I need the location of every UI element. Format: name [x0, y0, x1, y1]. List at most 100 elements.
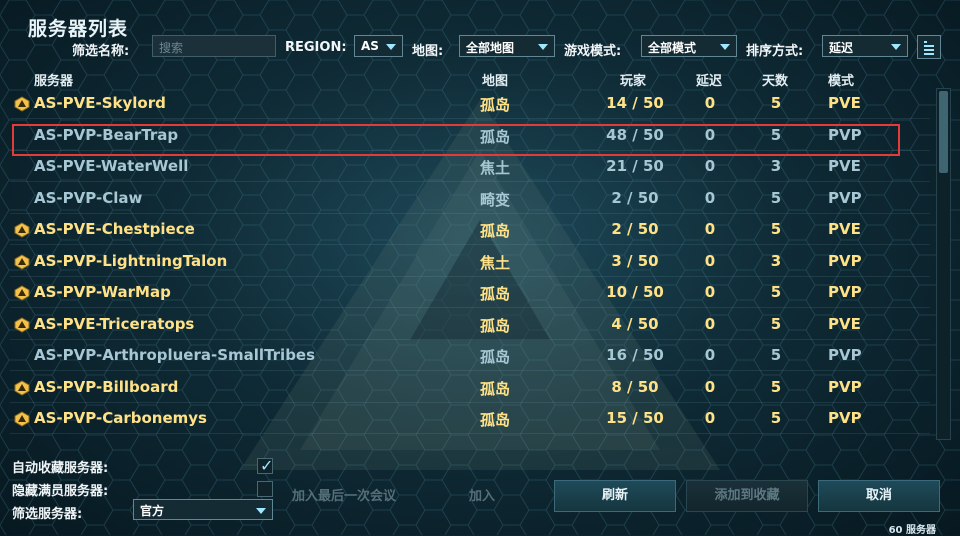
server-name: AS-PVP-Carbonemys — [34, 409, 207, 427]
server-name: AS-PVE-Triceratops — [34, 314, 195, 333]
server-mode: PVP — [828, 188, 862, 207]
list-view-button[interactable] — [917, 35, 941, 59]
official-server-icon — [14, 253, 30, 270]
server-row[interactable]: AS-PVP-LightningTalon 焦土 3 / 50 0 3 PVP — [10, 246, 930, 277]
server-mode: PVP — [828, 283, 862, 301]
server-row[interactable]: AS-PVE-Chestpiece 孤岛 2 / 50 0 5 PVE — [10, 214, 930, 245]
server-ping: 0 — [704, 314, 716, 333]
server-players: 10 / 50 — [606, 283, 664, 301]
selected-row-highlight — [12, 124, 900, 156]
unofficial-server-icon — [14, 191, 30, 207]
server-name: AS-PVP-Billboard — [34, 377, 179, 396]
window-title: 服务器列表 — [28, 18, 129, 40]
server-ping: 0 — [704, 251, 716, 270]
server-row[interactable]: AS-PVP-Arthropluera-SmallTribes 孤岛 16 / 50… — [10, 340, 930, 371]
map-label: 地图: — [412, 44, 444, 59]
server-ping: 0 — [704, 220, 716, 238]
official-server-icon — [14, 411, 30, 427]
server-filter-dropdown[interactable]: 官方 — [133, 499, 273, 520]
server-ping: 0 — [704, 377, 716, 396]
column-header-map[interactable]: 地图 — [482, 70, 508, 89]
official-server-icon — [14, 379, 30, 396]
list-view-icon-line — [924, 45, 934, 47]
server-days: 5 — [770, 346, 782, 364]
column-header-ping[interactable]: 延迟 — [696, 70, 722, 89]
game-mode-value: 全部模式 — [648, 41, 697, 55]
column-header-mode[interactable]: 模式 — [828, 70, 854, 89]
filter-name-label: 筛选名称: — [72, 44, 130, 59]
list-view-icon — [924, 41, 927, 43]
sort-value: 延迟 — [829, 41, 854, 55]
server-ping: 0 — [704, 409, 716, 427]
list-view-icon-line — [924, 49, 934, 51]
server-ping: 0 — [704, 283, 716, 301]
join-last-session-button[interactable]: 加入最后一次会议 — [292, 485, 396, 504]
region-value: AS — [361, 39, 379, 53]
server-mode: PVP — [828, 251, 862, 270]
auto-favorite-checkbox[interactable]: ✓ — [257, 456, 274, 475]
server-days: 5 — [770, 94, 782, 112]
server-row[interactable]: AS-PVP-WarMap 孤岛 10 / 50 0 5 PVP — [10, 277, 930, 308]
official-server-icon — [14, 285, 30, 301]
add-favorite-button[interactable]: 添加到收藏 — [686, 480, 808, 512]
server-players: 2 / 50 — [611, 220, 659, 238]
cancel-button[interactable]: 取消 — [818, 480, 940, 512]
server-days: 5 — [770, 220, 782, 238]
server-row[interactable]: AS-PVE-Skylord 孤岛 14 / 50 0 5 PVE — [10, 88, 930, 119]
hide-full-label: 隐藏满员服务器: — [12, 484, 109, 499]
server-row[interactable]: AS-PVE-Triceratops 孤岛 4 / 50 0 5 PVE — [10, 309, 930, 340]
server-map: 孤岛 — [480, 379, 511, 398]
scrollbar[interactable] — [936, 88, 951, 440]
server-ping: 0 — [704, 188, 716, 207]
server-row[interactable]: AS-PVP-Billboard 孤岛 8 / 50 0 5 PVP — [10, 372, 930, 403]
sort-dropdown[interactable]: 延迟 — [822, 35, 908, 57]
auto-favorite-label: 自动收藏服务器: — [12, 461, 109, 476]
search-input[interactable]: 搜索 — [152, 35, 276, 57]
server-players: 21 / 50 — [606, 157, 664, 175]
join-button[interactable]: 加入 — [469, 485, 495, 504]
checkmark-icon: ✓ — [260, 456, 274, 475]
server-name: AS-PVE-Skylord — [34, 94, 166, 112]
server-name: AS-PVE-Chestpiece — [34, 220, 195, 238]
server-name: AS-PVE-WaterWell — [34, 157, 189, 175]
server-count: 60 服务器 — [888, 525, 936, 536]
game-mode-dropdown[interactable]: 全部模式 — [641, 35, 737, 57]
server-mode: PVP — [828, 409, 862, 427]
server-players: 15 / 50 — [606, 409, 664, 427]
server-days: 5 — [770, 283, 782, 301]
server-days: 3 — [770, 251, 782, 270]
server-players: 8 / 50 — [611, 377, 659, 396]
server-map: 孤岛 — [480, 411, 511, 429]
server-days: 5 — [770, 188, 782, 207]
server-mode: PVE — [828, 157, 861, 175]
server-mode: PVE — [828, 220, 861, 238]
unofficial-server-icon — [14, 348, 30, 364]
server-players: 14 / 50 — [606, 94, 664, 112]
refresh-button[interactable]: 刷新 — [554, 480, 676, 512]
hide-full-checkbox[interactable] — [257, 481, 273, 497]
server-row[interactable]: AS-PVP-Carbonemys 孤岛 15 / 50 0 5 PVP — [10, 403, 930, 434]
server-filter-label: 筛选服务器: — [12, 507, 83, 522]
server-ping: 0 — [704, 346, 716, 364]
server-map: 孤岛 — [480, 222, 511, 240]
server-map: 孤岛 — [480, 348, 511, 366]
server-ping: 0 — [704, 157, 716, 175]
server-row[interactable]: AS-PVP-Claw 畸变 2 / 50 0 5 PVP — [10, 183, 930, 214]
region-dropdown[interactable]: AS — [354, 35, 403, 57]
server-players: 4 / 50 — [611, 314, 659, 333]
game-mode-label: 游戏模式: — [564, 44, 622, 59]
official-server-icon — [14, 96, 30, 112]
column-header-players[interactable]: 玩家 — [620, 70, 646, 89]
server-players: 3 / 50 — [611, 251, 659, 270]
map-dropdown[interactable]: 全部地图 — [459, 35, 555, 57]
server-name: AS-PVP-WarMap — [34, 283, 171, 301]
server-map: 焦土 — [480, 159, 511, 177]
server-mode: PVE — [828, 94, 861, 112]
server-name: AS-PVP-LightningTalon — [34, 251, 228, 270]
server-days: 3 — [770, 157, 782, 175]
scrollbar-thumb[interactable] — [939, 91, 948, 173]
column-header-server[interactable]: 服务器 — [34, 70, 73, 89]
map-value: 全部地图 — [466, 41, 515, 55]
sort-label: 排序方式: — [746, 44, 804, 59]
column-header-days[interactable]: 天数 — [762, 70, 788, 89]
